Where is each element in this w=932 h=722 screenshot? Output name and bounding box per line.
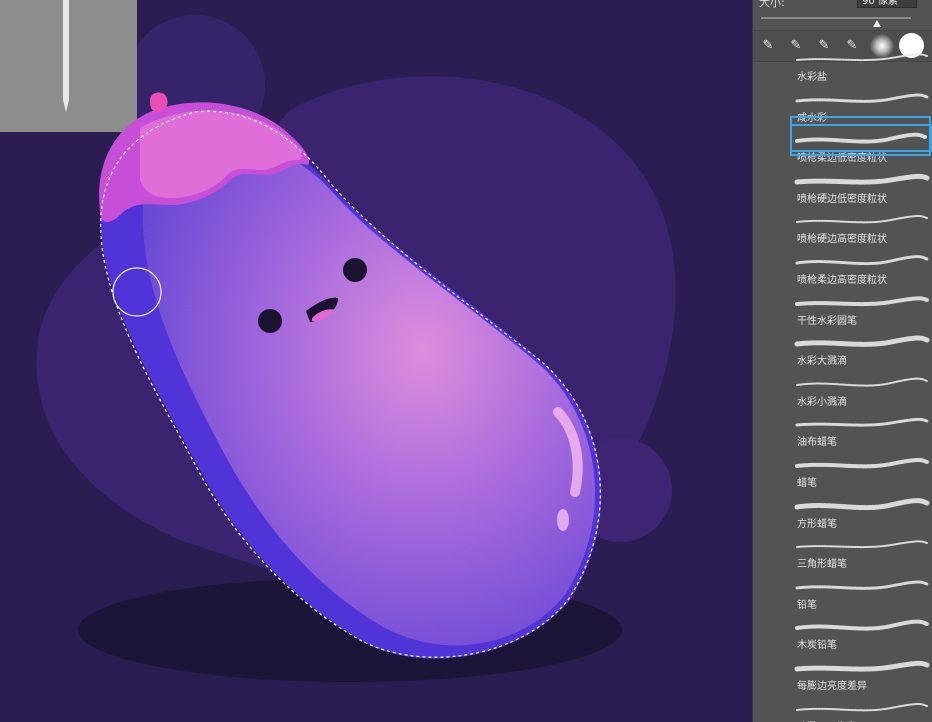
size-slider-handle[interactable]: [873, 20, 881, 27]
brush-stroke-preview: [794, 335, 930, 348]
brush-tip-1-icon[interactable]: ✎: [757, 37, 779, 55]
eggplant-eye-left: [258, 309, 282, 333]
brush-preset-item[interactable]: 喷溅 14 像素: [791, 694, 932, 722]
brush-preset-item[interactable]: 每膨边亮度差异: [791, 653, 932, 693]
brush-preset-name: 喷枪硬边低密度粒状: [797, 193, 887, 205]
brush-stroke-preview: [796, 540, 928, 549]
app-window: 大小: 90 像素 ✎ ✎ ✎ ✎ 水彩盐 咸水彩 喷枪柔边低密度粒状 喷枪硬边低密度…: [0, 0, 932, 722]
brush-preset-name: 干性水彩圆笔: [797, 315, 857, 327]
brush-preset-item[interactable]: 铅笔: [791, 572, 932, 612]
brush-stroke-preview: [795, 255, 929, 266]
brush-stroke-preview: [796, 215, 928, 224]
brush-stroke-preview: [795, 620, 929, 631]
size-label: 大小:: [759, 0, 785, 9]
brush-preset-name: 喷枪硬边高密度粒状: [797, 234, 887, 246]
brush-preset-item[interactable]: 油布蜡笔: [791, 409, 932, 449]
brush-preset-item[interactable]: 喷枪柔边高密度粒状: [791, 247, 932, 287]
brush-preset-item[interactable]: 水彩盐: [791, 44, 932, 84]
brush-preset-name: 蜡笔: [797, 478, 817, 489]
brush-preset-name: 每膨边亮度差异: [797, 681, 867, 692]
brush-preset-name: 喷枪柔边高密度粒状: [797, 275, 887, 286]
brush-preset-name: 方形蜡笔: [797, 518, 837, 530]
brush-preset-item[interactable]: 蜡笔: [791, 450, 932, 490]
brush-stroke-preview: [794, 173, 930, 185]
brush-preset-name: 油布蜡笔: [797, 437, 837, 449]
brush-preset-item[interactable]: 方形蜡笔: [791, 491, 932, 531]
brush-preset-name: 三角形蜡笔: [797, 559, 847, 571]
brush-preset-item[interactable]: 水彩小溅滴: [791, 369, 932, 409]
brush-preset-item[interactable]: 水彩大溅滴: [791, 328, 932, 368]
brush-stroke-preview: [795, 458, 929, 469]
brush-preset-item[interactable]: 喷枪硬边低密度粒状: [791, 166, 932, 206]
eggplant-eye-right: [343, 258, 367, 282]
brush-stroke-preview: [796, 53, 928, 62]
brush-preset-panel: 大小: 90 像素 ✎ ✎ ✎ ✎ 水彩盐 咸水彩 喷枪柔边低密度粒状 喷枪硬边低密度…: [752, 0, 932, 722]
brush-preset-name: 木炭铅笔: [797, 640, 837, 652]
brush-preset-name: 水彩小溅滴: [797, 396, 847, 408]
brush-stroke-preview: [795, 580, 929, 590]
brush-preset-item[interactable]: 木炭铅笔: [791, 612, 932, 652]
brush-preset-name: 铅笔: [797, 599, 817, 611]
pencil-stroke: [63, 0, 69, 100]
brush-preset-item[interactable]: 三角形蜡笔: [791, 531, 932, 571]
brush-stroke-preview: [796, 377, 928, 387]
brush-preset-name: 喷溅 14 像素: [797, 718, 856, 722]
brush-preset-name: 水彩盐: [797, 72, 827, 83]
brush-stroke-preview: [795, 418, 929, 427]
size-row: 大小: 90 像素: [753, 0, 932, 10]
brush-preset-item[interactable]: 喷枪硬边高密度粒状: [791, 206, 932, 246]
brush-preset-item[interactable]: 干性水彩圆笔: [791, 288, 932, 328]
brush-stroke-preview: [795, 295, 929, 306]
brush-stroke-preview: [794, 497, 930, 510]
brush-stroke-preview: [796, 702, 928, 711]
size-input[interactable]: 90 像素: [857, 0, 917, 8]
document-canvas[interactable]: [0, 0, 752, 722]
selected-brush-highlight: [790, 116, 931, 156]
brush-stroke-preview: [795, 93, 929, 103]
brush-stroke-preview: [794, 660, 930, 672]
brush-preset-name: 水彩大溅滴: [797, 356, 847, 368]
size-slider[interactable]: [761, 17, 911, 19]
eggplant-illustration: [0, 0, 676, 682]
